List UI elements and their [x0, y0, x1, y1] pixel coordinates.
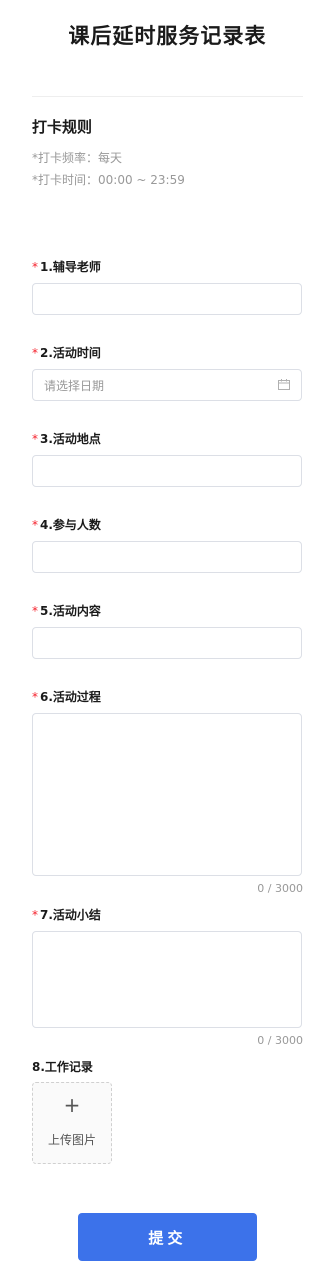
header-divider [32, 96, 303, 97]
submit-button[interactable]: 提交 [78, 1213, 257, 1261]
summary-char-counter: 0 / 3000 [257, 1034, 303, 1047]
required-mark: * [32, 432, 38, 446]
field-label-text: 2.活动时间 [40, 346, 101, 360]
required-mark: * [32, 690, 38, 704]
rule-frequency: *打卡频率：每天 [32, 151, 123, 165]
participants-input[interactable] [32, 541, 302, 573]
process-textarea[interactable] [32, 713, 302, 876]
field-label-date: * 2.活动时间 [32, 344, 101, 361]
field-label-text: 4.参与人数 [40, 518, 101, 532]
location-input[interactable] [32, 455, 302, 487]
rules-title: 打卡规则 [32, 118, 93, 136]
field-label-teacher: * 1.辅导老师 [32, 258, 101, 275]
date-placeholder: 请选择日期 [44, 379, 105, 393]
field-label-text: 3.活动地点 [40, 432, 101, 446]
teacher-input[interactable] [32, 283, 302, 315]
required-mark: * [32, 604, 38, 618]
field-label-location: * 3.活动地点 [32, 430, 101, 447]
process-char-counter: 0 / 3000 [257, 882, 303, 895]
page-title: 课后延时服务记录表 [68, 24, 267, 48]
upload-label: 上传图片 [47, 1133, 96, 1147]
field-label-content: * 5.活动内容 [32, 602, 101, 619]
required-mark: * [32, 908, 38, 922]
required-mark: * [32, 260, 38, 274]
field-label-text: 7.活动小结 [40, 908, 101, 922]
required-mark: * [32, 518, 38, 532]
date-picker-input[interactable]: 请选择日期 [32, 369, 302, 401]
field-label-process: * 6.活动过程 [32, 688, 101, 705]
field-label-text: 6.活动过程 [40, 690, 101, 704]
field-label-work-record: 8.工作记录 [32, 1060, 93, 1074]
field-label-participants: * 4.参与人数 [32, 516, 101, 533]
required-mark: * [32, 346, 38, 360]
summary-textarea[interactable] [32, 931, 302, 1028]
upload-image-button[interactable]: + 上传图片 [32, 1082, 112, 1164]
plus-icon: + [63, 1093, 81, 1117]
field-label-text: 1.辅导老师 [40, 260, 101, 274]
calendar-icon[interactable] [278, 379, 290, 390]
field-label-summary: * 7.活动小结 [32, 906, 101, 923]
rule-time: *打卡时间：00:00 ~ 23:59 [32, 173, 185, 187]
content-input[interactable] [32, 627, 302, 659]
field-label-text: 5.活动内容 [40, 604, 101, 618]
